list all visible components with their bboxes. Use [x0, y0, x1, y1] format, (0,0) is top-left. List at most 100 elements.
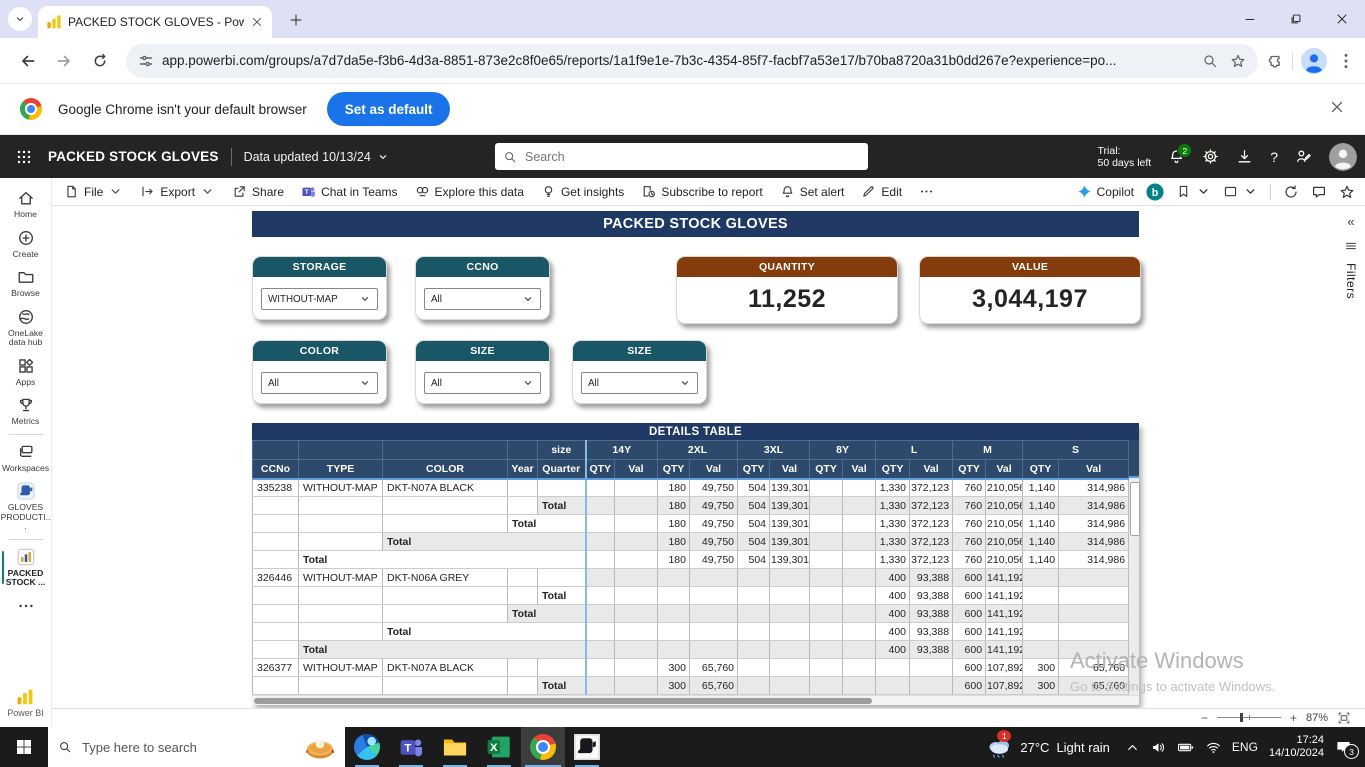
wifi-icon[interactable]	[1206, 740, 1221, 755]
fit-to-page-icon[interactable]	[1337, 711, 1351, 725]
zoom-out-button[interactable]: −	[1201, 711, 1208, 725]
slicer-dropdown[interactable]: WITHOUT-MAP	[261, 288, 378, 310]
taskbar-explorer[interactable]	[433, 727, 477, 767]
matrix-col-header-color[interactable]: COLOR	[383, 460, 508, 479]
sidebar-item-more[interactable]	[0, 592, 52, 619]
help-button[interactable]: ?	[1270, 149, 1278, 165]
matrix-col-header-year[interactable]: Year	[508, 460, 538, 479]
menu-item-share[interactable]: Share	[232, 184, 284, 199]
menu-item-more[interactable]	[919, 184, 934, 199]
matrix-size-group-s[interactable]: S	[1023, 441, 1129, 460]
settings-button[interactable]	[1202, 148, 1219, 165]
taskbar-excel[interactable]: X	[477, 727, 521, 767]
bookmark-star-icon[interactable]	[1230, 53, 1246, 69]
slicer-dropdown[interactable]: All	[261, 372, 378, 394]
sidebar-item-onelake-data-hub[interactable]: OneLake data hub	[0, 303, 52, 352]
zoom-slider-handle[interactable]	[1240, 713, 1243, 722]
action-center-button[interactable]: 3	[1335, 739, 1353, 755]
language-indicator[interactable]: ENG	[1232, 740, 1258, 754]
site-settings-icon[interactable]	[138, 53, 154, 69]
infobar-close-button[interactable]	[1329, 99, 1345, 120]
matrix-qty-header[interactable]: QTY	[1023, 460, 1059, 479]
favorite-star-icon[interactable]	[1339, 184, 1355, 200]
browser-tab[interactable]: PACKED STOCK GLOVES - Powe	[38, 6, 272, 38]
slicer-dropdown[interactable]: All	[581, 372, 698, 394]
menu-item-get-insights[interactable]: Get insights	[541, 184, 624, 199]
zoom-slider[interactable]	[1217, 717, 1281, 718]
matrix-qty-header[interactable]: QTY	[586, 460, 615, 479]
sidebar-item-browse[interactable]: Browse	[0, 263, 52, 303]
taskbar-photos[interactable]	[565, 727, 609, 767]
start-button[interactable]	[0, 727, 48, 767]
menu-item-subscribe-to-report[interactable]: Subscribe to report	[641, 184, 762, 199]
matrix-qty-header[interactable]: QTY	[810, 460, 843, 479]
tab-search-button[interactable]	[8, 7, 32, 31]
tray-overflow-icon[interactable]	[1125, 740, 1140, 755]
matrix-size-group-2xl[interactable]: 2XL	[658, 441, 738, 460]
menu-item-chat-in-teams[interactable]: TChat in Teams	[301, 184, 397, 199]
sidebar-item-packed-stock[interactable]: PACKED STOCK ...	[0, 543, 52, 592]
close-button[interactable]	[1319, 0, 1365, 38]
matrix-val-header[interactable]: Val	[690, 460, 738, 479]
slicer-dropdown[interactable]: All	[424, 288, 541, 310]
url-bar[interactable]: app.powerbi.com/groups/a7d7da5e-f3b6-4d3…	[126, 44, 1258, 78]
scrollbar-thumb[interactable]	[254, 698, 872, 704]
sidebar-item-workspaces[interactable]: Workspaces	[0, 438, 52, 478]
chrome-menu-icon[interactable]	[1337, 52, 1355, 70]
matrix-size-group-m[interactable]: M	[953, 441, 1023, 460]
extensions-icon[interactable]	[1266, 52, 1284, 70]
minimize-button[interactable]	[1227, 0, 1273, 38]
sidebar-item-apps[interactable]: Apps	[0, 352, 52, 392]
matrix-col-header-quarter[interactable]: Quarter	[538, 460, 586, 479]
matrix-size-group-3xl[interactable]: 3XL	[738, 441, 810, 460]
search-input[interactable]	[523, 149, 827, 165]
menu-item-explore-this-data[interactable]: Explore this data	[415, 184, 524, 199]
sidebar-item-create[interactable]: Create	[0, 224, 52, 264]
zoom-in-button[interactable]: +	[1290, 711, 1297, 725]
taskbar-search[interactable]: Type here to search	[48, 727, 345, 767]
sidebar-item-home[interactable]: Home	[0, 184, 52, 224]
matrix-qty-header[interactable]: QTY	[953, 460, 986, 479]
matrix-val-header[interactable]: Val	[615, 460, 658, 479]
scrollbar-thumb[interactable]	[1130, 482, 1140, 536]
taskbar-edge[interactable]	[345, 727, 389, 767]
sidebar-item-metrics[interactable]: Metrics	[0, 391, 52, 431]
menu-item-file[interactable]: File	[64, 184, 123, 199]
zoom-icon[interactable]	[1202, 53, 1218, 69]
matrix-col-header-type[interactable]: TYPE	[299, 460, 383, 479]
clock[interactable]: 17:24 14/10/2024	[1269, 734, 1324, 760]
matrix-size-group-14y[interactable]: 14Y	[586, 441, 658, 460]
volume-icon[interactable]	[1151, 740, 1166, 755]
taskbar-teams[interactable]: T	[389, 727, 433, 767]
b-extension-icon[interactable]: b	[1146, 183, 1164, 201]
reload-button[interactable]	[87, 48, 113, 74]
matrix-val-header[interactable]: Val	[986, 460, 1023, 479]
copilot-button[interactable]: Copilot	[1077, 184, 1134, 199]
matrix-size-group-8y[interactable]: 8Y	[810, 441, 876, 460]
back-button[interactable]	[15, 48, 41, 74]
menu-item-set-alert[interactable]: Set alert	[780, 184, 845, 199]
weather-widget[interactable]: 1 27°C Light rain	[987, 734, 1110, 760]
download-button[interactable]	[1236, 148, 1253, 165]
tab-close-icon[interactable]	[250, 15, 264, 29]
view-button[interactable]	[1223, 184, 1258, 199]
menu-item-edit[interactable]: Edit	[861, 184, 902, 199]
matrix-val-header[interactable]: Val	[843, 460, 876, 479]
slicer-dropdown[interactable]: All	[424, 372, 541, 394]
app-launcher-button[interactable]	[0, 135, 48, 178]
global-search[interactable]	[495, 143, 868, 170]
vertical-scrollbar[interactable]	[1129, 440, 1139, 695]
set-as-default-button[interactable]: Set as default	[327, 92, 451, 126]
battery-icon[interactable]	[1177, 740, 1195, 755]
sidebar-item-gloves-producti[interactable]: GLOVES PRODUCTI...	[0, 477, 52, 536]
matrix-qty-header[interactable]: QTY	[658, 460, 690, 479]
comment-icon[interactable]	[1311, 184, 1327, 200]
pane-menu-icon[interactable]	[1344, 239, 1358, 253]
taskbar-chrome[interactable]	[521, 727, 565, 767]
bookmarks-button[interactable]	[1176, 184, 1211, 199]
horizontal-scrollbar[interactable]	[252, 695, 1139, 705]
feedback-button[interactable]	[1295, 148, 1312, 165]
new-tab-button[interactable]	[286, 10, 306, 30]
matrix-val-header[interactable]: Val	[910, 460, 953, 479]
maximize-button[interactable]	[1273, 0, 1319, 38]
